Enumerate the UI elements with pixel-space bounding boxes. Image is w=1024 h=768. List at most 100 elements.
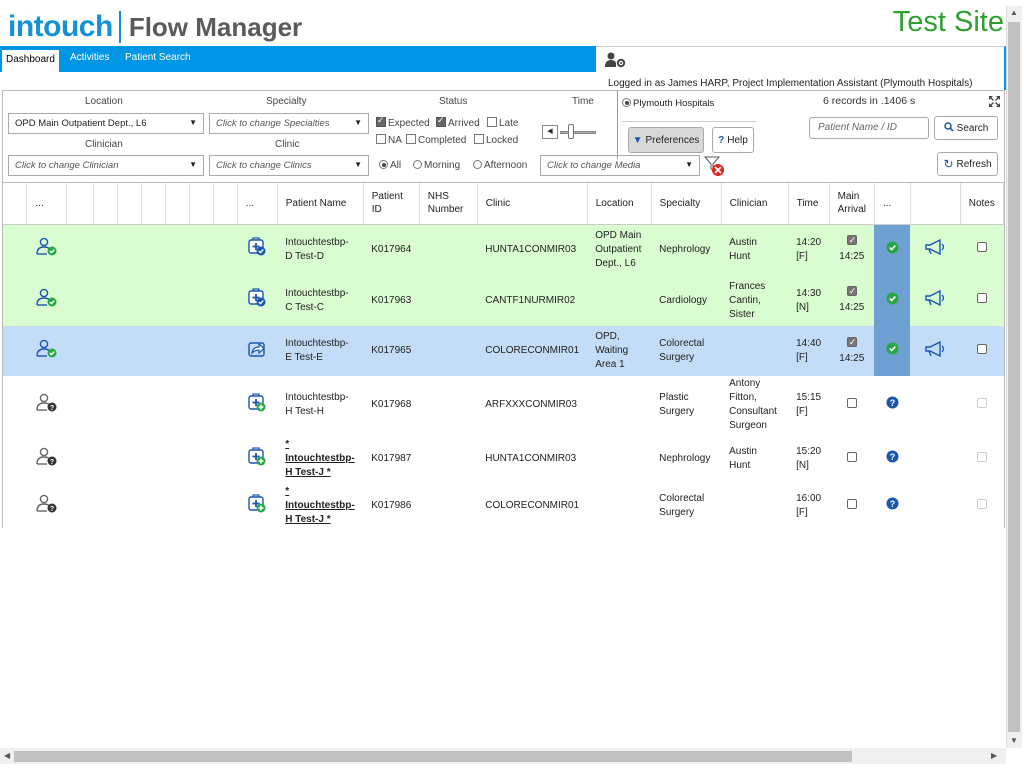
refresh-button[interactable]: ↻ Refresh bbox=[937, 152, 998, 176]
column-header-main-arrival[interactable]: Main Arrival bbox=[829, 183, 875, 225]
afternoon-radio[interactable] bbox=[473, 160, 482, 169]
vertical-scroll-thumb[interactable] bbox=[1008, 22, 1020, 732]
user-arrived-icon[interactable] bbox=[26, 275, 67, 326]
tab-activities[interactable]: Activities bbox=[70, 52, 109, 63]
scroll-left-arrow[interactable]: ◀ bbox=[4, 751, 10, 760]
time-all[interactable]: All bbox=[379, 160, 401, 171]
patient-name[interactable]: * Intouchtestbp-H Test-J * bbox=[277, 434, 364, 484]
notes-checkbox[interactable] bbox=[976, 242, 987, 253]
main-arrival[interactable] bbox=[829, 484, 875, 528]
clinician-select[interactable]: Click to change Clinician ▼ bbox=[8, 155, 204, 176]
megaphone-icon[interactable] bbox=[924, 239, 946, 258]
horizontal-scroll-thumb[interactable] bbox=[14, 751, 852, 762]
org-radio-option[interactable]: Plymouth Hospitals bbox=[622, 98, 714, 109]
scroll-right-arrow[interactable]: ▶ bbox=[991, 751, 997, 760]
time-morning[interactable]: Morning bbox=[413, 160, 460, 171]
column-header-patient-id[interactable]: Patient ID bbox=[363, 183, 420, 225]
help-button[interactable]: ? Help bbox=[712, 127, 754, 153]
na-checkbox[interactable] bbox=[376, 134, 386, 144]
notes-cell[interactable] bbox=[960, 326, 1004, 376]
morning-radio[interactable] bbox=[413, 160, 422, 169]
notes-cell[interactable] bbox=[960, 224, 1004, 275]
clear-filter-icon[interactable] bbox=[703, 155, 725, 180]
check-circle-icon[interactable] bbox=[874, 275, 911, 326]
table-row[interactable]: ? * Intouchtestbp-H Test-J * K017987 HUNTA1… bbox=[3, 434, 1004, 484]
media-select[interactable]: Click to change Media ▼ bbox=[540, 155, 700, 176]
main-arrival[interactable] bbox=[829, 434, 875, 484]
arrival-checkbox[interactable] bbox=[846, 335, 857, 349]
status-na[interactable]: NA bbox=[376, 134, 402, 146]
patient-name[interactable]: * Intouchtestbp-H Test-J * bbox=[277, 484, 364, 528]
medical-kit-plus-icon[interactable] bbox=[237, 484, 278, 528]
announce-cell[interactable] bbox=[910, 376, 961, 434]
clinic-select[interactable]: Click to change Clinics ▼ bbox=[209, 155, 369, 176]
status-expected[interactable]: Expected bbox=[376, 115, 430, 129]
locked-checkbox[interactable] bbox=[474, 134, 484, 144]
arrival-checkbox[interactable] bbox=[846, 451, 857, 462]
notes-checkbox[interactable] bbox=[976, 498, 987, 509]
megaphone-icon[interactable] bbox=[924, 340, 946, 360]
tab-dashboard[interactable]: Dashboard bbox=[2, 50, 59, 72]
column-header-clinic[interactable]: Clinic bbox=[477, 183, 588, 225]
table-row[interactable]: ? * Intouchtestbp-H Test-J * K017986 COLORE… bbox=[3, 484, 1004, 528]
check-circle-icon[interactable] bbox=[874, 326, 911, 376]
medical-kit-check-icon[interactable] bbox=[237, 224, 278, 275]
org-radio[interactable] bbox=[622, 98, 631, 107]
notes-cell[interactable] bbox=[960, 434, 1004, 484]
main-arrival[interactable]: 14:25 bbox=[829, 275, 875, 326]
notes-cell[interactable] bbox=[960, 376, 1004, 434]
main-arrival[interactable] bbox=[829, 376, 875, 434]
user-unknown-icon[interactable]: ? bbox=[26, 376, 67, 434]
check-circle-icon[interactable] bbox=[874, 224, 911, 275]
column-header-notes[interactable]: Notes bbox=[960, 183, 1005, 225]
question-circle-icon[interactable]: ? bbox=[874, 376, 911, 434]
user-arrived-icon[interactable] bbox=[26, 224, 67, 275]
time-slider-track[interactable] bbox=[560, 131, 596, 134]
location-select[interactable]: OPD Main Outpatient Dept., L6 ▼ bbox=[8, 113, 204, 134]
table-row[interactable]: Intouchtestbp-C Test-C K017963 CANTF1NURMI… bbox=[3, 275, 1004, 326]
expand-icon[interactable] bbox=[988, 95, 1001, 111]
search-button[interactable]: Search bbox=[934, 116, 998, 140]
question-circle-icon[interactable]: ? bbox=[874, 434, 911, 484]
column-header-specialty[interactable]: Specialty bbox=[651, 183, 722, 225]
column-header-time[interactable]: Time bbox=[788, 183, 830, 225]
table-row[interactable]: Intouchtestbp-E Test-E K017965 COLORECONMI… bbox=[3, 326, 1004, 376]
arrival-checkbox[interactable] bbox=[846, 397, 857, 408]
arrival-checkbox[interactable] bbox=[846, 498, 857, 509]
user-unknown-icon[interactable]: ? bbox=[26, 434, 67, 484]
notes-cell[interactable] bbox=[960, 275, 1004, 326]
status-locked[interactable]: Locked bbox=[474, 134, 518, 146]
announce-cell[interactable] bbox=[910, 224, 961, 275]
column-header-patient-name[interactable]: Patient Name bbox=[277, 183, 364, 225]
arrival-checkbox[interactable] bbox=[846, 233, 857, 247]
expected-checkbox[interactable] bbox=[376, 115, 386, 127]
medical-kit-check-icon[interactable] bbox=[237, 275, 278, 326]
late-checkbox[interactable] bbox=[487, 117, 497, 127]
notes-checkbox[interactable] bbox=[976, 397, 987, 408]
notes-checkbox[interactable] bbox=[976, 293, 987, 303]
column-header-nhs-number[interactable]: NHS Number bbox=[419, 183, 478, 225]
medical-kit-plus-icon[interactable] bbox=[237, 434, 278, 484]
main-arrival[interactable]: 14:25 bbox=[829, 326, 875, 376]
patient-search-input[interactable]: Patient Name / ID bbox=[809, 117, 929, 139]
user-arrived-icon[interactable] bbox=[26, 326, 67, 376]
share-icon[interactable] bbox=[237, 326, 278, 376]
scroll-up-arrow[interactable]: ▲ bbox=[1010, 8, 1018, 17]
table-row[interactable]: Intouchtestbp-D Test-D K017964 HUNTA1CONMI… bbox=[3, 224, 1004, 275]
announce-cell[interactable] bbox=[910, 484, 961, 528]
time-slider-handle[interactable] bbox=[568, 124, 574, 139]
user-unknown-icon[interactable]: ? bbox=[26, 484, 67, 528]
announce-cell[interactable] bbox=[910, 275, 961, 326]
time-afternoon[interactable]: Afternoon bbox=[473, 160, 527, 171]
user-settings-icon[interactable] bbox=[605, 52, 627, 71]
preferences-button[interactable]: ▼ Preferences bbox=[628, 127, 704, 153]
question-circle-icon[interactable]: ? bbox=[874, 484, 911, 528]
column-header-actions[interactable]: ... bbox=[26, 183, 68, 225]
notes-checkbox[interactable] bbox=[976, 451, 987, 462]
megaphone-icon[interactable] bbox=[924, 289, 946, 309]
all-radio[interactable] bbox=[379, 160, 388, 169]
main-arrival[interactable]: 14:25 bbox=[829, 224, 875, 275]
column-header-location[interactable]: Location bbox=[587, 183, 652, 225]
arrival-checkbox[interactable] bbox=[846, 284, 857, 298]
completed-checkbox[interactable] bbox=[406, 134, 416, 144]
